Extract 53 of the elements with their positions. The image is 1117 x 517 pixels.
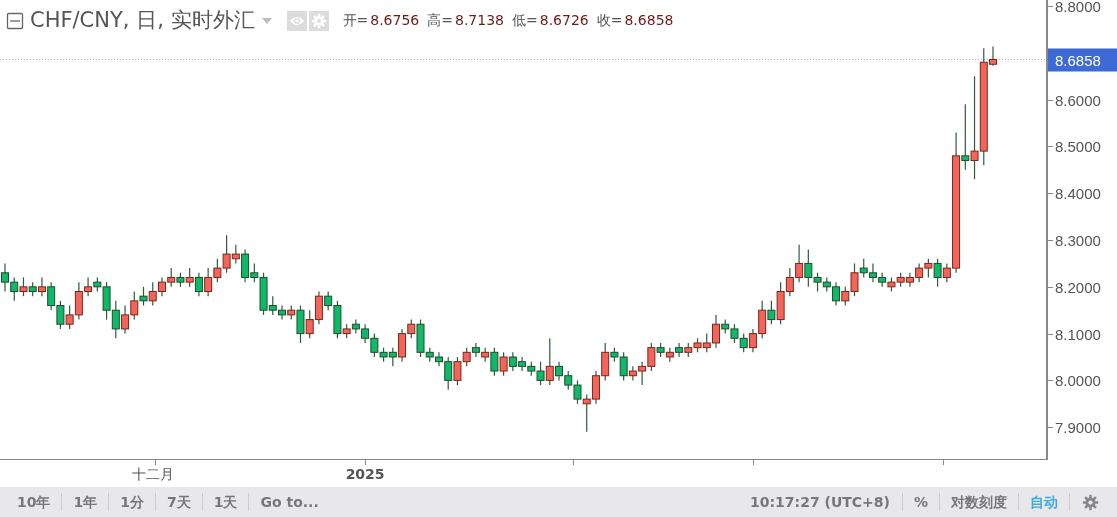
price-value: 8.7138 (455, 11, 504, 30)
candlestick (499, 351, 508, 377)
price-label: 高= (427, 11, 453, 30)
scale-option[interactable]: 对数刻度 (940, 489, 1018, 515)
candlestick (19, 276, 28, 297)
range-button[interactable]: 1天 (202, 489, 249, 515)
candlestick (767, 300, 776, 325)
candlestick (296, 304, 305, 344)
axis-label: 8.8000 (1055, 0, 1101, 14)
range-button[interactable]: Go to... (249, 489, 330, 515)
candlestick (490, 347, 499, 377)
settings-icon (1082, 494, 1099, 511)
axis-label: 8.0000 (1055, 372, 1101, 388)
clock-text: 10:17:27 (UTC+8) (749, 492, 891, 512)
price-value: 8.6858 (624, 11, 674, 30)
candlestick (139, 286, 148, 307)
axis-label: 8.5000 (1055, 138, 1101, 154)
collapse-icon[interactable] (6, 11, 24, 30)
range-button[interactable]: 7天 (156, 489, 202, 515)
candlestick (37, 276, 46, 297)
settings-icon (310, 12, 327, 29)
candlestick (961, 103, 970, 171)
symbol-title: CHF/CNY, 日, 实时外汇 (30, 10, 255, 31)
price-label: 收= (596, 11, 623, 30)
price-label: 低= (512, 11, 538, 30)
price-value: 8.6726 (539, 11, 589, 30)
candlestick (675, 342, 684, 358)
axis-label: 8.3000 (1055, 232, 1101, 248)
candlestick (545, 337, 554, 386)
range-button[interactable]: 1年 (62, 489, 109, 515)
scale-option[interactable]: % (902, 489, 939, 515)
candlestick (185, 267, 194, 288)
price-value: 8.6756 (370, 11, 420, 30)
date-label: 十二月 (131, 465, 174, 484)
candlestick (194, 272, 203, 297)
date-label: 2025 (345, 465, 385, 484)
price-label: 开= (342, 11, 369, 30)
candlestick (933, 258, 942, 288)
axis-label: 8.6000 (1055, 92, 1101, 108)
axis-label: 8.4000 (1055, 185, 1101, 201)
candlestick (471, 342, 480, 358)
price-tag: 8.6858 (1048, 48, 1117, 71)
settings-button[interactable] (308, 10, 329, 31)
candlestick (481, 347, 490, 363)
axis-label: 8.2000 (1055, 279, 1101, 295)
axis-label: 8.1000 (1055, 326, 1101, 342)
caret-icon[interactable] (260, 16, 273, 25)
axis-label: 7.9000 (1055, 419, 1101, 435)
scale-option[interactable]: 自动 (1019, 489, 1069, 515)
range-button[interactable]: 1分 (109, 489, 155, 515)
eye-icon (288, 14, 305, 27)
range-button[interactable]: 10年 (6, 489, 62, 515)
visibility-button[interactable] (286, 10, 307, 31)
